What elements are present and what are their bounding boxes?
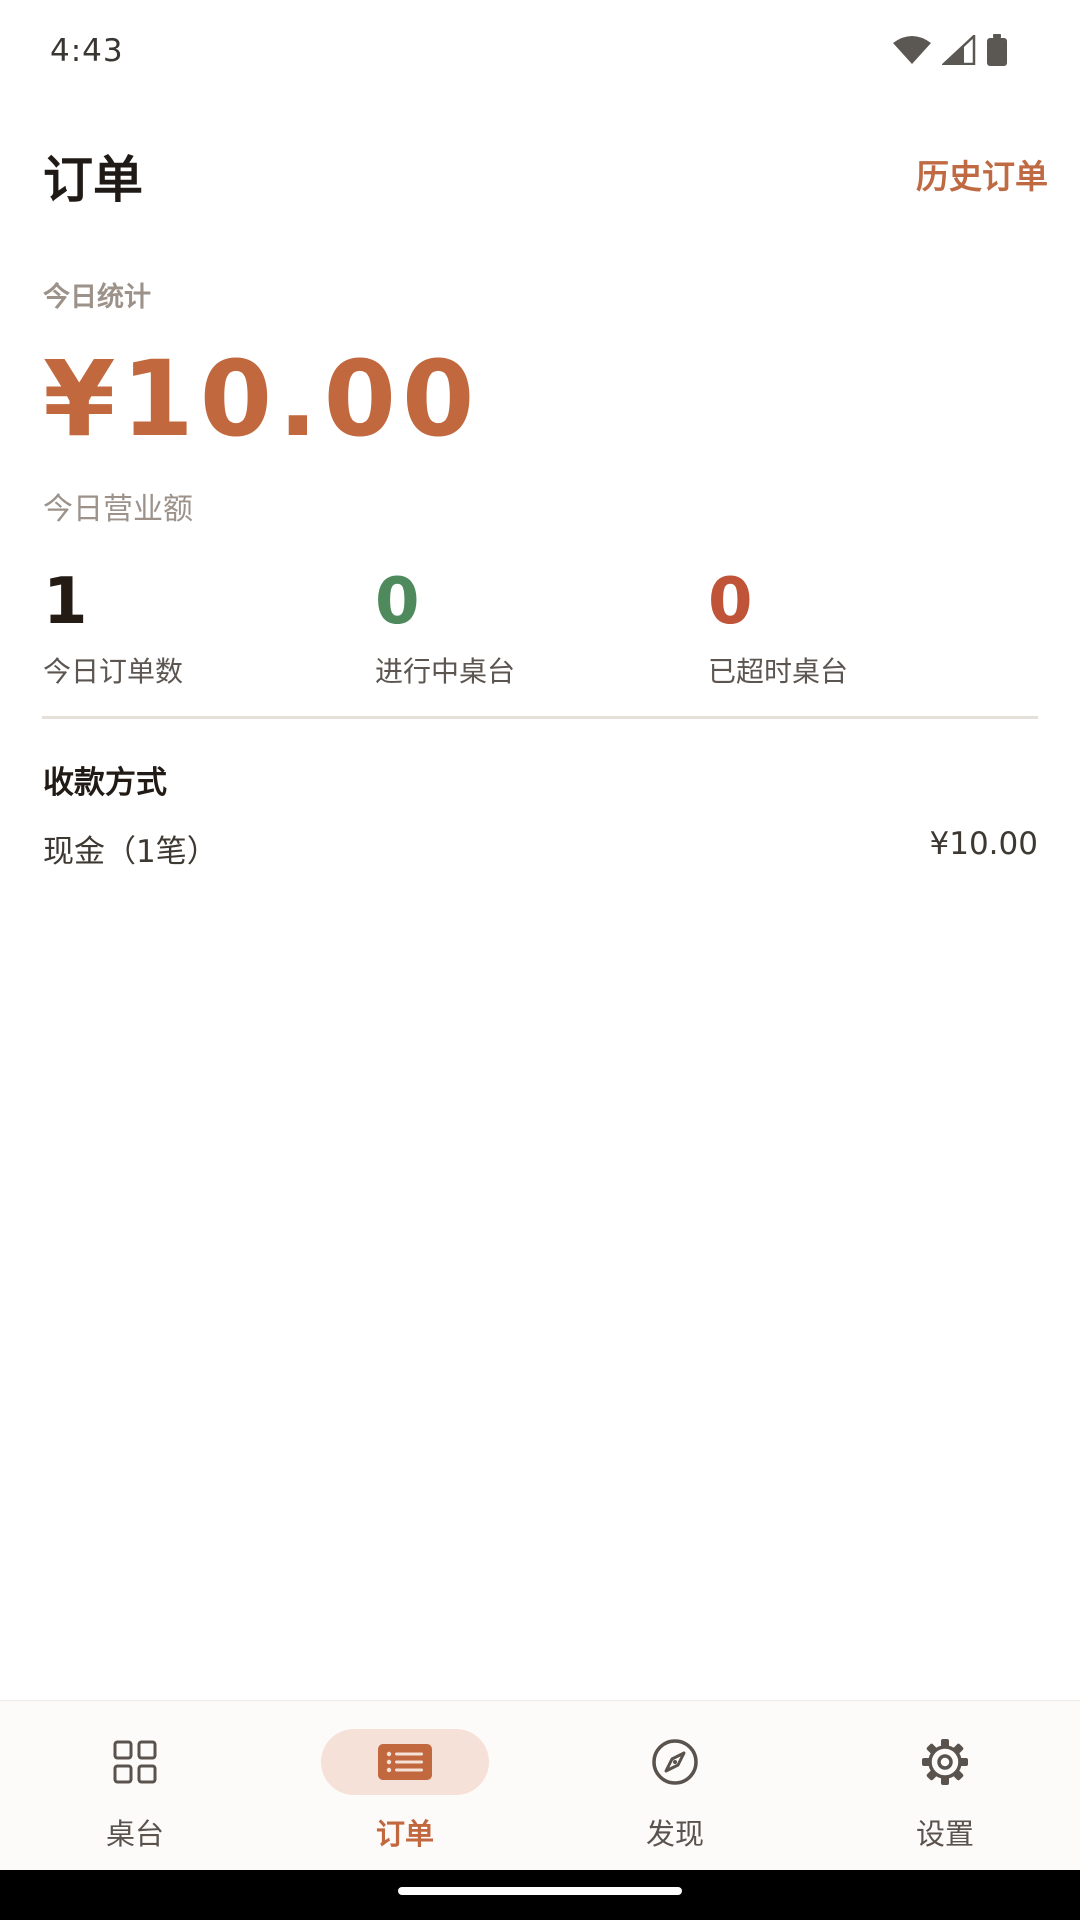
stats-heading: 今日统计	[43, 282, 151, 313]
metric-active-tables: 0 进行中桌台	[375, 570, 515, 690]
orders-screen: 4:43 订单 历史订单 今日统计 ¥10.00 今日营业额 1 今日订单数 0…	[0, 0, 1080, 1920]
status-icons	[892, 34, 1008, 66]
wifi-icon	[893, 36, 931, 64]
metric-value: 0	[375, 565, 420, 639]
nav-icon-container	[51, 1729, 219, 1795]
cellular-signal-icon	[942, 35, 976, 65]
nav-item-settings[interactable]: 设置	[810, 1701, 1080, 1871]
payment-method-name: 现金（1笔）	[43, 834, 218, 870]
metric-label: 进行中桌台	[375, 655, 516, 688]
metric-order-count: 1 今日订单数	[43, 570, 183, 690]
home-indicator[interactable]	[398, 1887, 682, 1895]
order-list-icon	[378, 1744, 432, 1780]
nav-icon-container	[591, 1729, 759, 1795]
page-title: 订单	[43, 151, 143, 209]
metric-label: 今日订单数	[43, 655, 184, 688]
payment-method-amount: ¥10.00	[929, 826, 1038, 862]
nav-item-discover[interactable]: 发现	[540, 1701, 810, 1871]
metric-value: 1	[43, 565, 88, 639]
status-time: 4:43	[50, 33, 124, 69]
revenue-amount: ¥10.00	[43, 338, 481, 460]
nav-label: 设置	[915, 1817, 974, 1851]
battery-icon	[987, 34, 1007, 66]
nav-label: 订单	[375, 1817, 434, 1851]
metric-label: 已超时桌台	[708, 655, 849, 688]
metric-overdue-tables: 0 已超时桌台	[708, 570, 848, 690]
metric-value: 0	[708, 565, 753, 639]
system-navigation-bar	[0, 1870, 1080, 1920]
nav-item-tables[interactable]: 桌台	[0, 1701, 270, 1871]
nav-item-orders[interactable]: 订单	[270, 1701, 540, 1871]
history-orders-button[interactable]: 历史订单	[916, 150, 1048, 198]
divider	[42, 716, 1038, 719]
revenue-label: 今日营业额	[43, 492, 193, 527]
gear-icon	[922, 1739, 968, 1785]
nav-label: 发现	[645, 1817, 704, 1851]
compass-icon	[652, 1739, 698, 1785]
bottom-navigation: 桌台 订单 发现 设置	[0, 1700, 1080, 1870]
nav-icon-container	[861, 1729, 1029, 1795]
nav-label: 桌台	[105, 1817, 164, 1851]
status-bar: 4:43	[0, 0, 1080, 104]
grid-icon	[113, 1740, 157, 1784]
payment-methods-heading: 收款方式	[43, 765, 167, 801]
nav-icon-container	[321, 1729, 489, 1795]
payment-method-row: 现金（1笔） ¥10.00	[43, 826, 1038, 871]
